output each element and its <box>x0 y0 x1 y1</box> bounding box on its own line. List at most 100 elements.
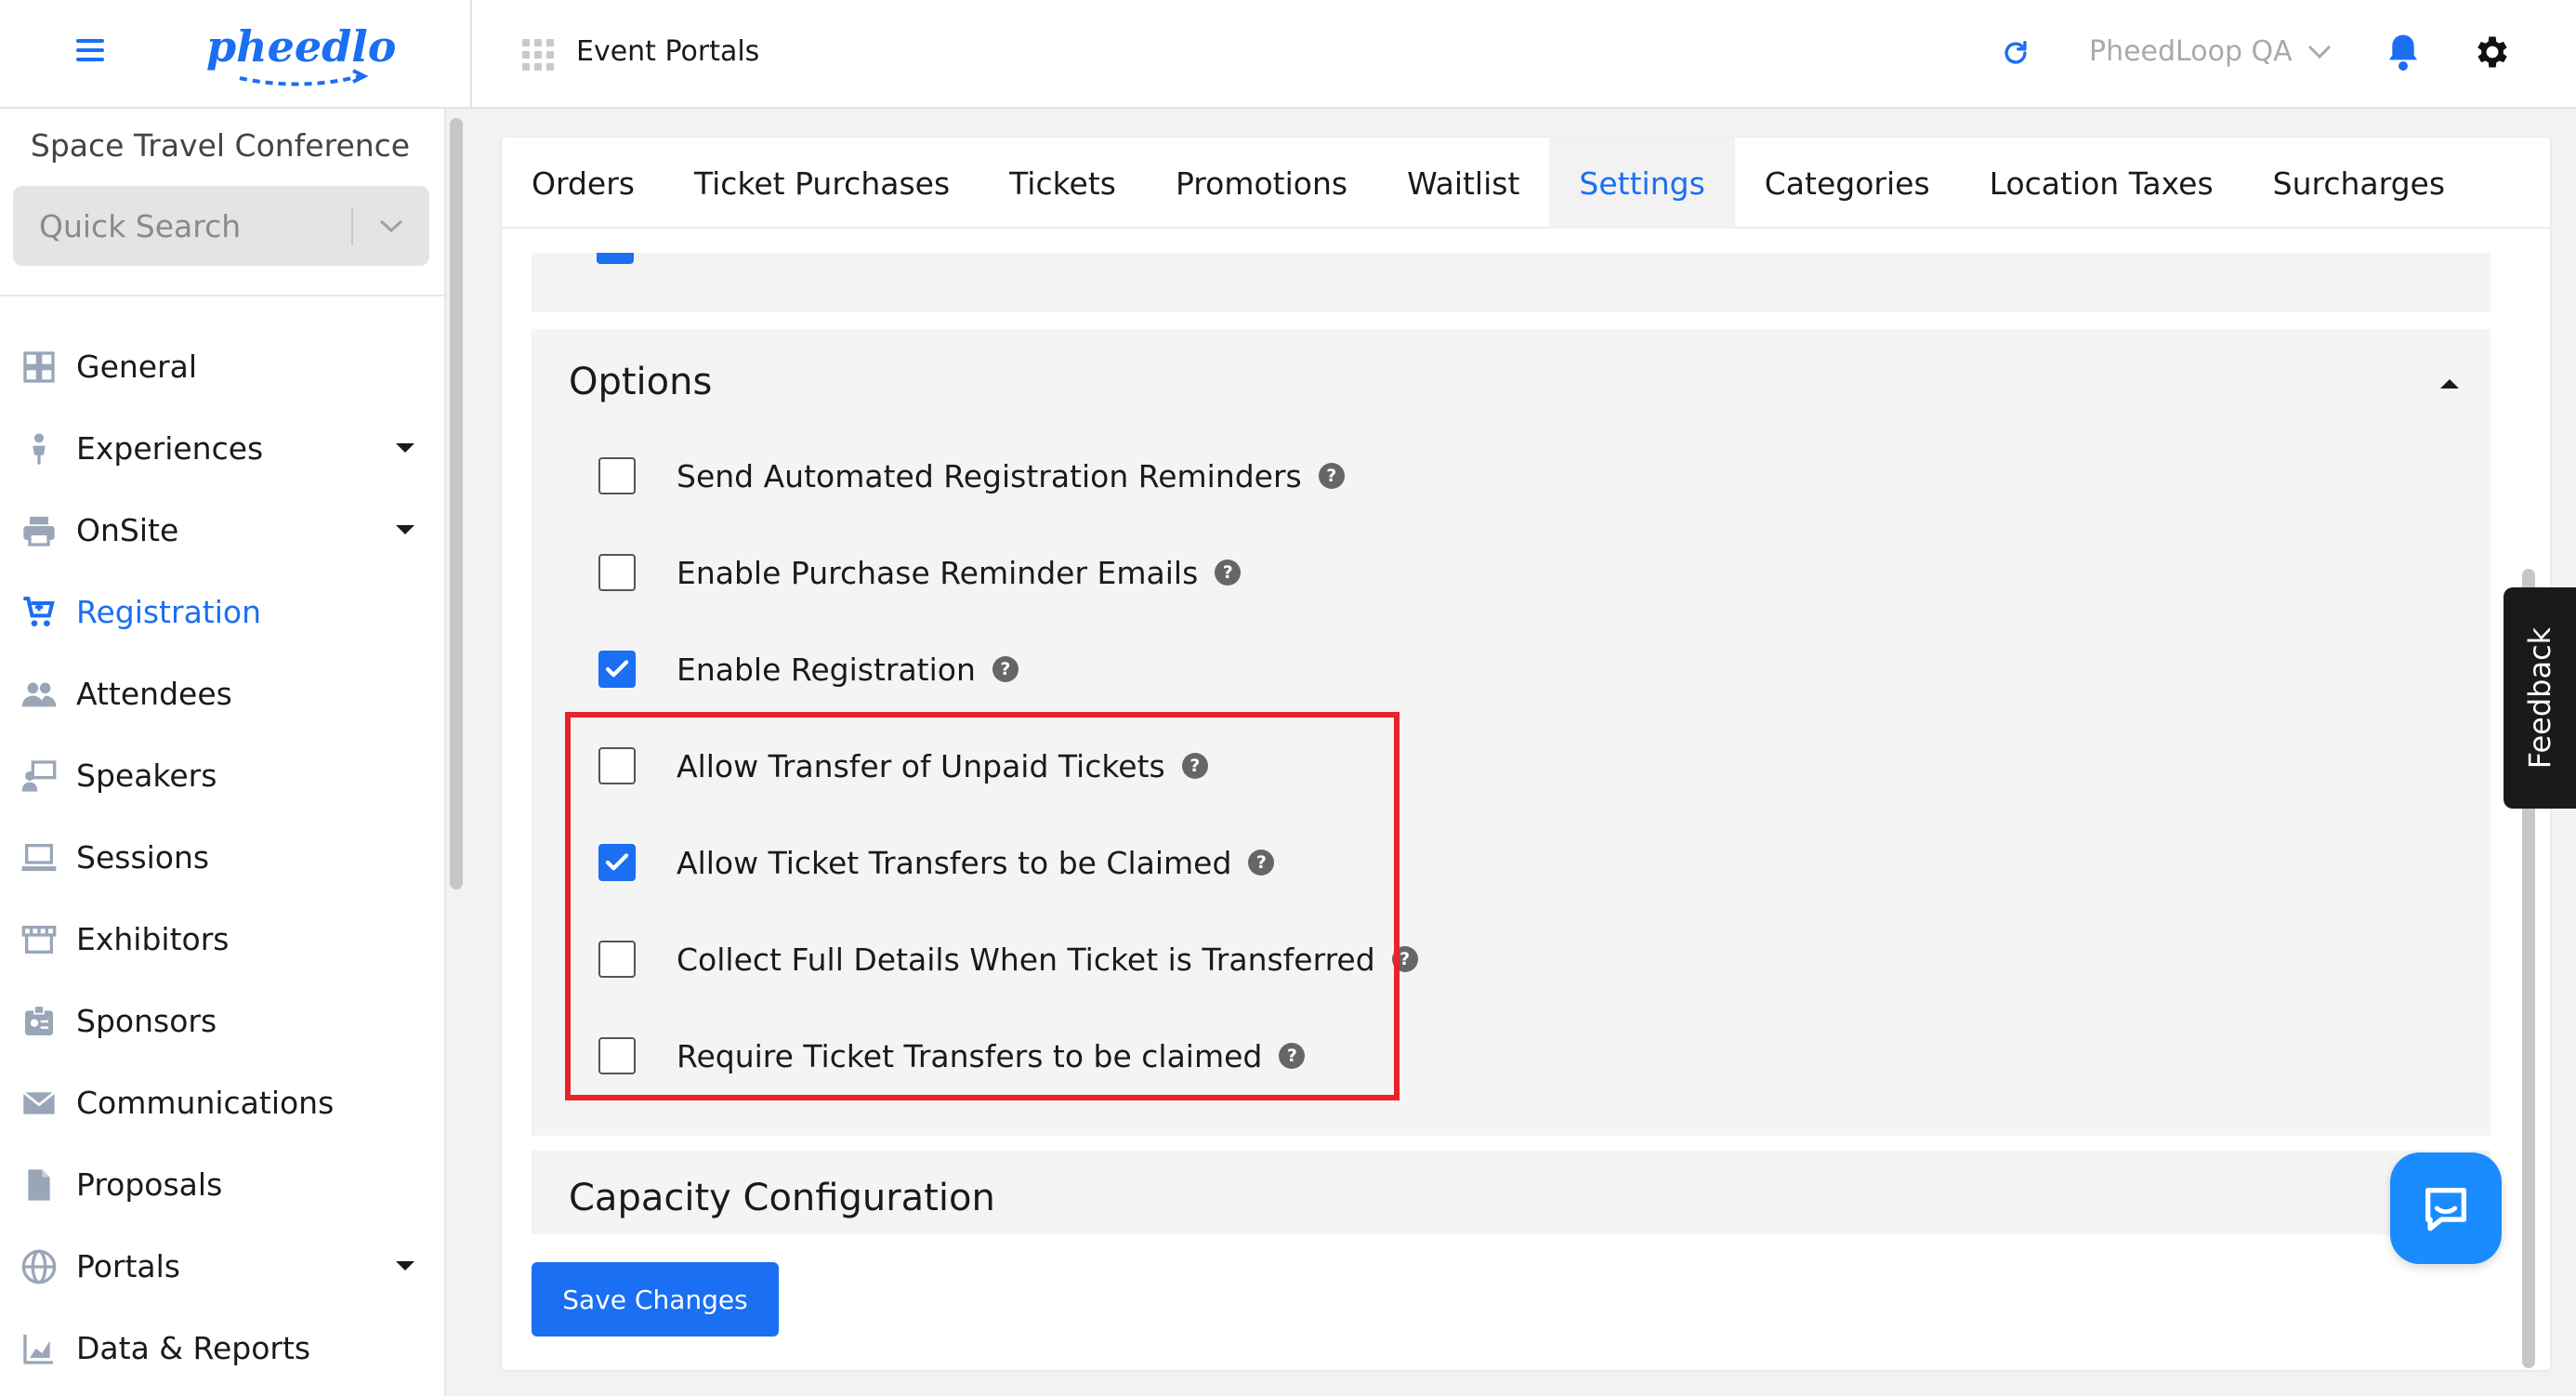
option-label: Enable Registration <box>677 651 976 688</box>
checkbox-checked[interactable] <box>598 651 636 688</box>
tab-settings[interactable]: Settings <box>1549 138 1735 229</box>
sidebar-item-exhibitors[interactable]: Exhibitors <box>0 899 444 981</box>
help-icon[interactable]: ? <box>992 656 1019 682</box>
sidebar-item-sponsors[interactable]: Sponsors <box>0 981 444 1062</box>
option-transfer-unpaid[interactable]: Allow Transfer of Unpaid Tickets ? <box>598 742 1208 790</box>
event-name: Space Travel Conference <box>30 127 411 164</box>
tab-ticket-purchases[interactable]: Ticket Purchases <box>664 138 979 229</box>
checkbox[interactable] <box>598 747 636 784</box>
sidebar-item-onsite[interactable]: OnSite <box>0 490 444 572</box>
checkbox[interactable] <box>598 941 636 978</box>
menu-toggle-icon[interactable] <box>76 39 104 61</box>
feedback-label: Feedback <box>2522 626 2557 770</box>
tab-promotions[interactable]: Promotions <box>1146 138 1377 229</box>
checkbox[interactable] <box>597 253 634 264</box>
chat-icon <box>2425 1188 2466 1231</box>
bell-icon[interactable] <box>2385 32 2422 72</box>
options-section: Options <box>532 329 2491 1136</box>
chevron-down-icon[interactable] <box>375 212 407 240</box>
tab-orders[interactable]: Orders <box>502 138 664 229</box>
sidebar-item-label: Speakers <box>76 757 217 794</box>
tab-bar: Orders Ticket Purchases Tickets Promotio… <box>502 138 2550 229</box>
sidebar-item-data-reports[interactable]: Data & Reports <box>0 1308 444 1389</box>
event-portals-link[interactable]: Event Portals <box>576 35 759 68</box>
tab-waitlist[interactable]: Waitlist <box>1377 138 1549 229</box>
sidebar-item-proposals[interactable]: Proposals <box>0 1144 444 1226</box>
option-require-claimed[interactable]: Require Ticket Transfers to be claimed ? <box>598 1032 1306 1080</box>
printer-icon <box>23 517 55 547</box>
tab-tickets[interactable]: Tickets <box>979 138 1146 229</box>
quick-search[interactable] <box>13 186 429 266</box>
checkmark-icon <box>605 853 629 871</box>
people-icon <box>21 682 57 707</box>
caret-down-icon[interactable] <box>396 525 414 534</box>
tab-surcharges[interactable]: Surcharges <box>2243 138 2475 229</box>
option-label: Require Ticket Transfers to be claimed <box>677 1037 1263 1074</box>
option-enable-registration[interactable]: Enable Registration ? <box>598 645 1019 693</box>
sidebar-item-label: Registration <box>76 594 261 630</box>
logo-text: pheedloop <box>206 21 398 72</box>
search-divider <box>351 208 353 245</box>
sidebar-item-attendees[interactable]: Attendees <box>0 653 444 735</box>
apps-grid-icon[interactable] <box>522 39 554 71</box>
sidebar-item-label: Sponsors <box>76 1003 217 1039</box>
sidebar-item-portals[interactable]: Portals <box>0 1226 444 1308</box>
sidebar-item-speakers[interactable]: Speakers <box>0 735 444 817</box>
sidebar-item-label: Experiences <box>76 430 264 467</box>
checkbox[interactable] <box>598 1037 636 1074</box>
action-bar: Save Changes <box>502 1234 2550 1370</box>
caret-down-icon[interactable] <box>396 443 414 453</box>
checkbox[interactable] <box>598 554 636 591</box>
document-icon <box>28 1169 50 1201</box>
help-icon[interactable]: ? <box>1181 753 1208 779</box>
sidebar-header: pheedloop <box>0 0 472 109</box>
store-icon <box>21 926 57 954</box>
option-label: Send Automated Registration Reminders <box>677 457 1302 494</box>
sidebar-item-registration[interactable]: Registration <box>0 572 444 653</box>
help-icon[interactable]: ? <box>1318 463 1345 489</box>
option-send-reminders[interactable]: Send Automated Registration Reminders ? <box>598 452 1345 500</box>
help-icon[interactable]: ? <box>1391 946 1418 972</box>
help-icon[interactable]: ? <box>1215 560 1242 586</box>
feedback-tab[interactable]: Feedback <box>2504 587 2576 809</box>
previous-section-card <box>532 253 2491 312</box>
sidebar-item-communications[interactable]: Communications <box>0 1062 444 1144</box>
checkbox[interactable] <box>598 457 636 494</box>
option-transfers-claimed[interactable]: Allow Ticket Transfers to be Claimed ? <box>598 838 1275 887</box>
tab-location-taxes[interactable]: Location Taxes <box>1960 138 2243 229</box>
help-icon[interactable]: ? <box>1279 1043 1306 1069</box>
envelope-icon <box>22 1091 56 1114</box>
option-label: Enable Purchase Reminder Emails <box>677 554 1199 591</box>
chart-icon <box>23 1335 53 1364</box>
pheedloop-logo[interactable]: pheedloop <box>203 15 398 89</box>
sidebar-item-sessions[interactable]: Sessions <box>0 817 444 899</box>
option-label: Allow Transfer of Unpaid Tickets <box>677 747 1165 784</box>
sidebar-divider <box>0 295 444 296</box>
option-purchase-reminders[interactable]: Enable Purchase Reminder Emails ? <box>598 548 1242 597</box>
account-dropdown[interactable]: PheedLoop QA <box>2089 35 2332 68</box>
chat-button[interactable] <box>2390 1152 2502 1264</box>
caret-down-icon[interactable] <box>396 1261 414 1271</box>
quick-search-input[interactable] <box>13 186 348 266</box>
tab-categories[interactable]: Categories <box>1735 138 1960 229</box>
presenter-icon <box>21 760 57 792</box>
sidebar-item-experiences[interactable]: Experiences <box>0 408 444 490</box>
gear-icon[interactable] <box>2472 32 2513 72</box>
grid-icon <box>23 351 55 383</box>
collapse-caret-icon[interactable] <box>2440 379 2459 389</box>
refresh-icon[interactable] <box>2000 37 2031 69</box>
chevron-down-icon <box>2307 45 2331 59</box>
sidebar-item-general[interactable]: General <box>0 326 444 408</box>
badge-icon <box>25 1005 53 1035</box>
sidebar-nav: General Experiences OnSite Registration … <box>0 326 444 1389</box>
person-icon <box>33 433 46 465</box>
option-label: Allow Ticket Transfers to be Claimed <box>677 844 1232 881</box>
sidebar-scrollbar[interactable] <box>450 118 463 889</box>
checkmark-icon <box>605 660 629 678</box>
option-collect-full-details[interactable]: Collect Full Details When Ticket is Tran… <box>598 935 1418 983</box>
checkbox-checked[interactable] <box>598 844 636 881</box>
save-changes-button[interactable]: Save Changes <box>532 1262 779 1337</box>
sidebar-item-label: Data & Reports <box>76 1330 311 1366</box>
sidebar-item-label: Sessions <box>76 839 210 876</box>
help-icon[interactable]: ? <box>1248 849 1275 876</box>
